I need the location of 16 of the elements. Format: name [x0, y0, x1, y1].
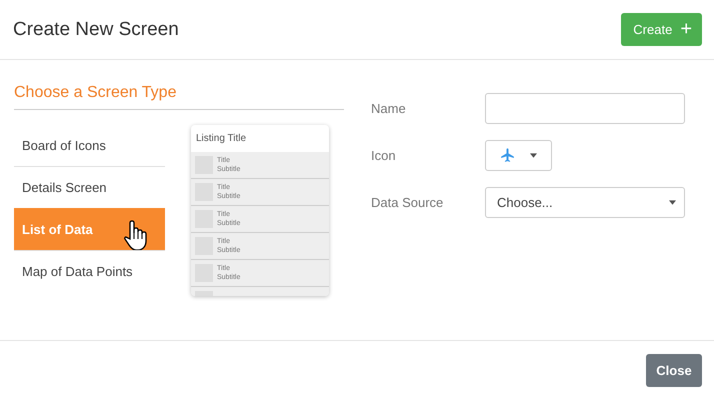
- section-heading: Choose a Screen Type: [14, 84, 344, 110]
- caret-icon: [669, 200, 676, 204]
- field-label: Name: [371, 100, 407, 116]
- preview-title: Listing Title: [195, 132, 248, 146]
- data-source-dropdown[interactable]: Choose...: [485, 186, 685, 218]
- field-label: Icon: [371, 148, 397, 162]
- dialog-title: Create New Screen: [13, 18, 179, 40]
- caret-icon: [530, 152, 537, 158]
- icon-dropdown[interactable]: [485, 140, 552, 170]
- hand-cursor-icon: [124, 219, 148, 251]
- screen-type-item[interactable]: Map of Data Points: [14, 250, 165, 292]
- screen-type-item[interactable]: Board of Icons: [14, 124, 165, 166]
- airplane-icon: [499, 146, 516, 164]
- field-label: Data Source: [371, 194, 444, 210]
- name-input-field[interactable]: [485, 92, 685, 124]
- close-button[interactable]: Close: [646, 354, 702, 387]
